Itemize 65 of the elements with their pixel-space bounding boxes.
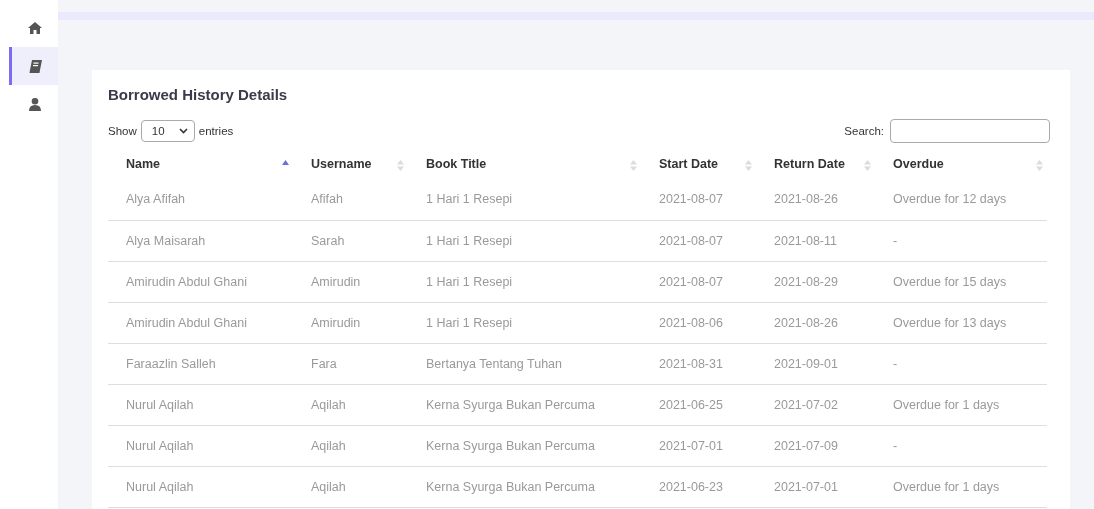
table-cell: Alya Maisarah [126, 233, 206, 248]
book-icon [28, 59, 42, 73]
table-cell: Nurul Aqilah [126, 397, 194, 412]
table-cell: Kerna Syurga Bukan Percuma [426, 397, 595, 412]
chevron-icon [178, 128, 188, 134]
table-cell: 2021-08-06 [659, 315, 723, 330]
table-cell: Amirudin Abdul Ghani [126, 315, 247, 330]
table-cell: 2021-08-26 [774, 315, 838, 330]
table-cell: - [893, 438, 898, 453]
table-cell: Alya Afifah [126, 192, 186, 207]
table-cell: Kerna Syurga Bukan Percuma [426, 438, 595, 453]
table-cell: 2021-08-31 [659, 356, 723, 371]
column-header[interactable]: Name [108, 149, 293, 179]
table-cell: Kerna Syurga Bukan Percuma [426, 479, 595, 494]
table-cell: Sarah [311, 233, 345, 248]
entries-select[interactable]: 10 [140, 120, 195, 142]
table-cell: Overdue for 1 days [893, 397, 1000, 412]
table-cell: 2021-08-29 [774, 274, 838, 289]
table-cell: Aqilah [311, 438, 346, 453]
table-cell: 2021-06-23 [659, 479, 723, 494]
search-label: Search: [844, 125, 884, 137]
table-cell: 1 Hari 1 Resepi [426, 274, 513, 289]
column-header[interactable]: Username [293, 149, 408, 179]
table-cell: Aqilah [311, 397, 346, 412]
entries-label: entries [198, 125, 234, 137]
column-header[interactable]: Overdue [875, 149, 1047, 179]
table-cell: 2021-07-01 [659, 438, 723, 453]
table-cell: 2021-09-01 [774, 356, 838, 371]
card-title: Borrowed History Details [108, 86, 289, 103]
table-cell: 2021-08-26 [774, 192, 838, 207]
table-cell: 1 Hari 1 Resepi [426, 315, 513, 330]
table-cell: 1 Hari 1 Resepi [426, 192, 513, 207]
table-cell: Aqilah [311, 479, 346, 494]
column-header[interactable]: Start Date [641, 149, 756, 179]
home-icon [28, 22, 42, 34]
table-cell: 2021-08-07 [659, 274, 723, 289]
table-cell: Overdue for 1 days [893, 479, 1000, 494]
table-cell: Nurul Aqilah [126, 438, 194, 453]
table-cell: Faraazlin Salleh [126, 356, 216, 371]
table-cell: 2021-08-11 [774, 233, 837, 248]
table-cell: 1 Hari 1 Resepi [426, 233, 513, 248]
search-field[interactable] [890, 119, 1050, 143]
table-cell: Afifah [311, 192, 343, 207]
table-cell: Overdue for 13 days [893, 315, 1007, 330]
table-cell: Amirudin [311, 274, 361, 289]
table-cell: 2021-07-09 [774, 438, 838, 453]
table-cell: Overdue for 15 days [893, 274, 1007, 289]
table-cell: Amirudin [311, 315, 361, 330]
user-icon [29, 97, 41, 111]
table-cell: Overdue for 12 days [893, 192, 1007, 207]
sidebar-item[interactable] [9, 47, 58, 85]
table-cell: Amirudin Abdul Ghani [126, 274, 247, 289]
show-label: Show [108, 125, 137, 137]
column-header[interactable]: Book Title [408, 149, 641, 179]
table-cell: Fara [311, 356, 337, 371]
table-cell: - [893, 233, 898, 248]
table-cell: 2021-07-02 [774, 397, 838, 412]
column-header[interactable]: Return Date [756, 149, 875, 179]
table-cell: Nurul Aqilah [126, 479, 194, 494]
table-cell: - [893, 356, 898, 371]
table-cell: Bertanya Tentang Tuhan [426, 356, 562, 371]
table-cell: 2021-07-01 [774, 479, 838, 494]
table-cell: 2021-06-25 [659, 397, 723, 412]
table-cell: 2021-08-07 [659, 192, 723, 207]
table-cell: 2021-08-07 [659, 233, 723, 248]
